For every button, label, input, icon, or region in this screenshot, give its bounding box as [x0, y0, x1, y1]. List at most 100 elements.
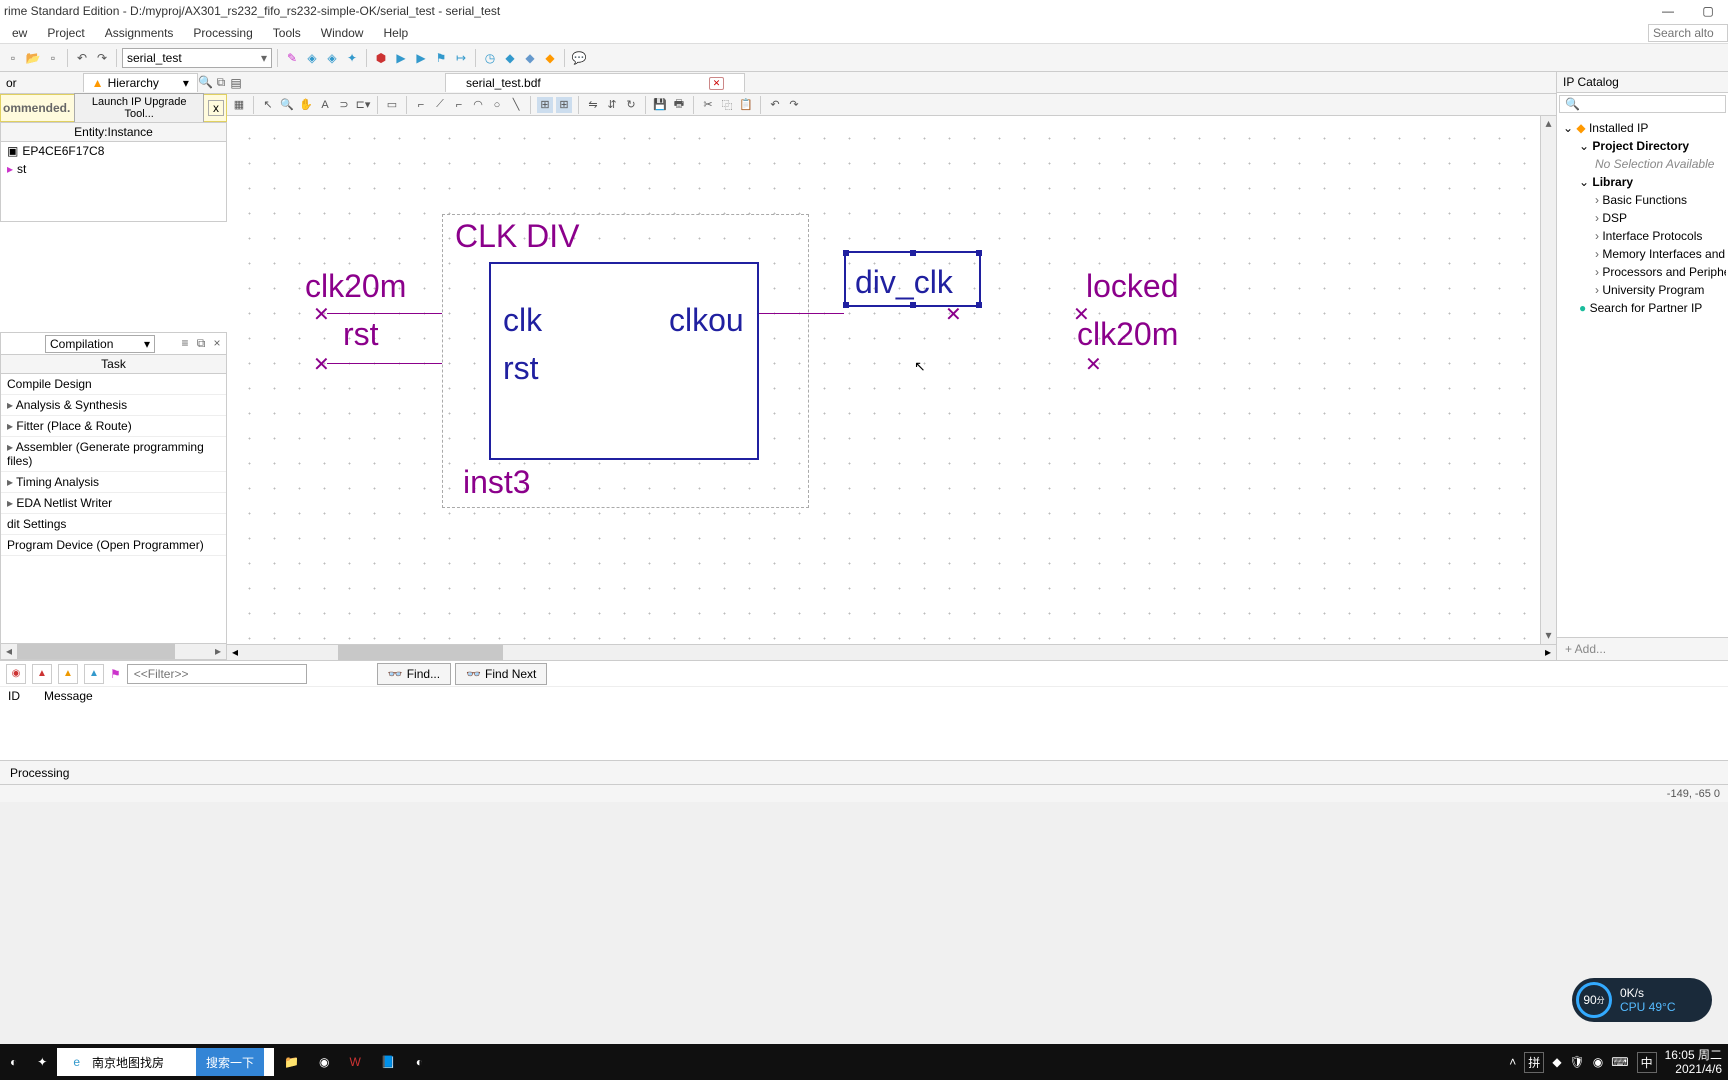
stop-icon[interactable]: ⬢ — [372, 49, 390, 67]
task-timing[interactable]: Timing Analysis — [1, 472, 226, 493]
close-tab-icon[interactable]: ✕ — [709, 77, 725, 90]
ip-partner-search[interactable]: Search for Partner IP — [1559, 299, 1726, 317]
menu-processing[interactable]: Processing — [183, 24, 262, 42]
ip-interface[interactable]: Interface Protocols — [1559, 227, 1726, 245]
device-row[interactable]: ▣ EP4CE6F17C8 — [1, 142, 226, 160]
save2-icon[interactable]: 💾 — [652, 97, 668, 113]
flag-icon[interactable]: ⚑ — [432, 49, 450, 67]
project-selector[interactable]: serial_test — [122, 48, 272, 68]
wand-icon[interactable]: ✎ — [283, 49, 301, 67]
ip-basic-functions[interactable]: Basic Functions — [1559, 191, 1726, 209]
chat-icon[interactable]: 💬 — [570, 49, 588, 67]
canvas-hscroll[interactable]: ◂ ▸ — [227, 644, 1556, 660]
menu-project[interactable]: Project — [37, 24, 94, 42]
tasks-pin-icon[interactable]: ⧉ — [194, 336, 208, 351]
browser-task[interactable]: e 搜索一下 — [57, 1048, 274, 1076]
open-icon[interactable]: 📂 — [24, 49, 42, 67]
cut-icon[interactable]: ✂ — [700, 97, 716, 113]
task-edit-settings[interactable]: dit Settings — [1, 514, 226, 535]
print-icon[interactable]: 🖶 — [671, 97, 687, 113]
symbol-icon[interactable]: ⊃ — [336, 97, 352, 113]
task-compile-design[interactable]: Compile Design — [1, 374, 226, 395]
upgrade-close-button[interactable]: x — [208, 100, 224, 116]
canvas-vscroll[interactable]: ▴ ▾ — [1540, 116, 1556, 644]
app-icon-2[interactable]: 📘 — [371, 1044, 406, 1080]
nav2-icon[interactable]: ◈ — [323, 49, 341, 67]
launch-ip-upgrade-button[interactable]: Launch IP Upgrade Tool... — [74, 93, 204, 123]
flip-v-icon[interactable]: ⇵ — [604, 97, 620, 113]
ip-project-dir[interactable]: Project Directory — [1559, 137, 1726, 155]
box-icon[interactable]: ▭ — [384, 97, 400, 113]
msg-err-icon[interactable]: ▲ — [32, 664, 52, 684]
msg-info-icon[interactable]: ▲ — [84, 664, 104, 684]
circle-icon[interactable]: ○ — [489, 97, 505, 113]
menu-view[interactable]: ew — [2, 24, 37, 42]
message-filter-input[interactable] — [127, 664, 307, 684]
play-icon[interactable]: ▶ — [392, 49, 410, 67]
zoom-icon[interactable]: 🔍 — [279, 97, 295, 113]
start-button[interactable]: ◐ — [0, 1044, 27, 1080]
doc-nav-icon[interactable]: ▤ — [227, 74, 245, 92]
text-icon[interactable]: A — [317, 97, 333, 113]
app-icon-1[interactable]: ✦ — [27, 1044, 57, 1080]
rubber2-icon[interactable]: ⊞ — [556, 97, 572, 113]
ip-memory[interactable]: Memory Interfaces and C — [1559, 245, 1726, 263]
paste-icon[interactable]: 📋 — [738, 97, 754, 113]
bus-icon[interactable]: ⌐ — [451, 97, 467, 113]
menu-window[interactable]: Window — [311, 24, 374, 42]
nav-pin-icon[interactable]: ⧉ — [214, 75, 228, 90]
grid-icon[interactable]: ▦ — [231, 97, 247, 113]
search-button[interactable]: 搜索一下 — [196, 1048, 264, 1076]
line-icon[interactable]: ╲ — [508, 97, 524, 113]
tasks-close-icon[interactable]: × — [210, 336, 224, 351]
tool3-icon[interactable]: ◆ — [541, 49, 559, 67]
task-analysis[interactable]: Analysis & Synthesis — [1, 395, 226, 416]
hierarchy-tab[interactable]: ▲ Hierarchy ▾ — [83, 73, 198, 92]
save-icon[interactable]: ▫ — [44, 49, 62, 67]
tray-up-icon[interactable]: ˄ — [1509, 1055, 1516, 1069]
step-icon[interactable]: ↦ — [452, 49, 470, 67]
ip-dsp[interactable]: DSP — [1559, 209, 1726, 227]
task-program-device[interactable]: Program Device (Open Programmer) — [1, 535, 226, 556]
find-button[interactable]: 👓Find... — [377, 663, 451, 685]
ip-search-box[interactable]: 🔍 — [1559, 95, 1726, 113]
schematic-canvas[interactable]: CLK DIV clk rst clkou inst3 clk20m rst ✕… — [227, 116, 1556, 644]
tool1-icon[interactable]: ◆ — [501, 49, 519, 67]
pointer-icon[interactable]: ↖ — [260, 97, 276, 113]
explorer-icon[interactable]: 📁 — [274, 1044, 309, 1080]
document-tab[interactable]: serial_test.bdf ✕ — [445, 73, 745, 92]
chrome-icon[interactable]: ◉ — [309, 1044, 339, 1080]
diag-icon[interactable]: ⟋ — [432, 97, 448, 113]
processing-tab[interactable]: Processing — [10, 766, 69, 780]
hand-icon[interactable]: ✋ — [298, 97, 314, 113]
performance-widget[interactable]: 90分 0K/s CPU 49°C — [1572, 978, 1712, 1022]
clock-icon[interactable]: ◷ — [481, 49, 499, 67]
copy-icon[interactable]: ⿻ — [719, 97, 735, 113]
menu-help[interactable]: Help — [373, 24, 418, 42]
ip-add-button[interactable]: + Add... — [1557, 637, 1728, 660]
minimize-button[interactable]: — — [1648, 4, 1688, 18]
pin-tool-icon[interactable]: ⊏▾ — [355, 97, 371, 113]
redo2-icon[interactable]: ↷ — [786, 97, 802, 113]
tasks-list-icon[interactable]: ≡ — [178, 336, 192, 351]
tool2-icon[interactable]: ◆ — [521, 49, 539, 67]
task-assembler[interactable]: Assembler (Generate programming files) — [1, 437, 226, 472]
nav3-icon[interactable]: ✦ — [343, 49, 361, 67]
ip-university[interactable]: University Program — [1559, 281, 1726, 299]
ip-installed-root[interactable]: ◆ Installed IP — [1559, 119, 1726, 137]
undo2-icon[interactable]: ↶ — [767, 97, 783, 113]
msg-all-icon[interactable]: ◉ — [6, 664, 26, 684]
task-fitter[interactable]: Fitter (Place & Route) — [1, 416, 226, 437]
app-icon-3[interactable]: ◐ — [406, 1044, 433, 1080]
flip-h-icon[interactable]: ⇋ — [585, 97, 601, 113]
tray-icon-3[interactable]: ◉ — [1593, 1055, 1603, 1069]
find-next-button[interactable]: 👓Find Next — [455, 663, 547, 685]
play2-icon[interactable]: ▶ — [412, 49, 430, 67]
menu-assignments[interactable]: Assignments — [95, 24, 184, 42]
ime-pinyin[interactable]: 拼 — [1524, 1052, 1544, 1073]
nav-icon[interactable]: ◈ — [303, 49, 321, 67]
ip-library[interactable]: Library — [1559, 173, 1726, 191]
tasks-flow-selector[interactable]: Compilation — [45, 335, 155, 353]
new-icon[interactable]: ▫ — [4, 49, 22, 67]
rubber1-icon[interactable]: ⊞ — [537, 97, 553, 113]
